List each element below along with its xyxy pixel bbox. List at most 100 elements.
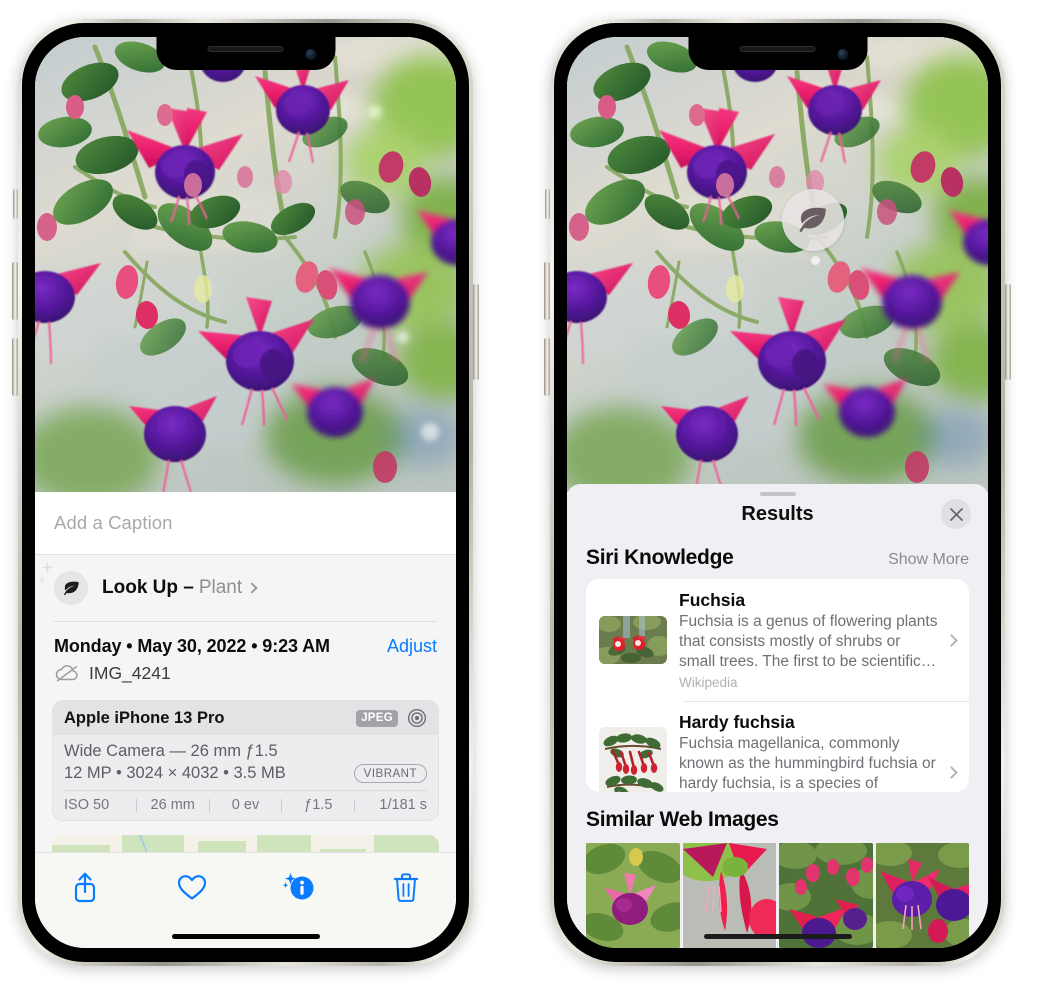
exif-stat-aperture: ƒ1.5 xyxy=(304,797,333,813)
volume-up-button[interactable] xyxy=(12,262,18,320)
share-button[interactable] xyxy=(65,867,105,907)
filename-row: IMG_4241 xyxy=(35,657,456,684)
web-image-3[interactable] xyxy=(779,843,873,948)
delete-button[interactable] xyxy=(386,867,426,907)
favorite-button[interactable] xyxy=(172,867,212,907)
photo-datetime: Monday • May 30, 2022 • 9:23 AM xyxy=(54,636,330,656)
knowledge-item-description: Fuchsia is a genus of flowering plants t… xyxy=(679,613,938,670)
speaker-grille-icon xyxy=(207,46,284,52)
iphone-right-device: Results Siri Knowledge Show More Fuchsia… xyxy=(544,19,1011,966)
exif-size-line: 12 MP • 3024 × 4032 • 3.5 MB xyxy=(64,764,286,782)
share-icon xyxy=(74,872,96,903)
similar-web-images-strip[interactable] xyxy=(567,843,988,948)
visual-look-up-pointer xyxy=(811,256,820,265)
notch xyxy=(156,37,335,70)
iphone-left-device: Add a Caption Look Up – Plant Monday • M… xyxy=(12,19,479,966)
web-image-4-graphic xyxy=(875,843,969,948)
aperture-icon xyxy=(407,708,427,728)
hardy-fuchsia-thumb-graphic xyxy=(599,726,667,792)
results-header: Results xyxy=(567,498,988,530)
volume-down-button[interactable] xyxy=(12,338,18,396)
home-indicator[interactable] xyxy=(703,934,852,939)
look-up-label: Look Up – xyxy=(102,577,194,598)
right-screen: Results Siri Knowledge Show More Fuchsia… xyxy=(567,37,988,948)
left-screen: Add a Caption Look Up – Plant Monday • M… xyxy=(35,37,456,948)
screenshot-stage: Add a Caption Look Up – Plant Monday • M… xyxy=(0,0,1055,985)
chevron-right-icon[interactable] xyxy=(945,633,958,647)
knowledge-item-fuchsia[interactable]: Fuchsia Fuchsia is a genus of flowering … xyxy=(586,579,969,701)
exif-card[interactable]: Apple iPhone 13 Pro JPEG Wide Camera — 2… xyxy=(52,700,439,821)
mute-switch-button[interactable] xyxy=(545,189,550,219)
knowledge-item-hardy-fuchsia[interactable]: Hardy fuchsia Fuchsia magellanica, commo… xyxy=(586,701,969,792)
format-badge: JPEG xyxy=(356,709,398,727)
close-button[interactable] xyxy=(941,499,971,530)
look-up-row[interactable]: Look Up – Plant xyxy=(35,555,456,621)
sparkle-small-icon xyxy=(38,576,46,584)
adjust-link[interactable]: Adjust xyxy=(387,636,437,657)
similar-web-images-header: Similar Web Images xyxy=(567,792,988,841)
volume-up-button[interactable] xyxy=(544,262,550,320)
siri-knowledge-title: Siri Knowledge xyxy=(586,546,734,570)
datetime-row: Monday • May 30, 2022 • 9:23 AM Adjust xyxy=(35,621,456,657)
power-button[interactable] xyxy=(473,284,479,380)
leaf-icon xyxy=(38,561,88,605)
siri-knowledge-header: Siri Knowledge Show More xyxy=(567,530,988,579)
home-indicator[interactable] xyxy=(171,934,320,939)
visual-look-up-badge[interactable] xyxy=(782,189,844,251)
sparkle-icon xyxy=(41,561,54,574)
device-bezel: Results Siri Knowledge Show More Fuchsia… xyxy=(554,23,1001,962)
knowledge-item-title: Hardy fuchsia xyxy=(679,712,795,733)
photo-viewer[interactable] xyxy=(567,37,988,492)
volume-down-button[interactable] xyxy=(544,338,550,396)
results-sheet: Results Siri Knowledge Show More Fuchsia… xyxy=(567,484,988,948)
exif-device-name: Apple iPhone 13 Pro xyxy=(64,708,225,727)
knowledge-item-source: Wikipedia xyxy=(679,675,738,691)
knowledge-item-description: Fuchsia magellanica, commonly known as t… xyxy=(679,735,936,792)
caption-input-row[interactable]: Add a Caption xyxy=(35,492,456,555)
hardy-fuchsia-thumbnail xyxy=(599,726,667,792)
info-button[interactable] xyxy=(279,867,319,907)
photographic-style-badge: VIBRANT xyxy=(353,764,427,783)
favorite-icon xyxy=(177,874,207,900)
exif-stat-focal: 26 mm xyxy=(150,797,195,813)
exif-header-right: JPEG xyxy=(356,708,427,728)
exif-stat-shutter: 1/181 s xyxy=(379,797,427,813)
exif-size-row: 12 MP • 3024 × 4032 • 3.5 MB VIBRANT xyxy=(64,764,427,783)
chevron-right-icon[interactable] xyxy=(246,582,258,594)
front-camera-icon xyxy=(305,49,316,60)
leaf-glyph-icon xyxy=(63,581,79,595)
fuchsia-photo-illustration xyxy=(35,37,456,492)
photo-info-sheet: Add a Caption Look Up – Plant Monday • M… xyxy=(35,492,456,948)
web-image-4[interactable] xyxy=(875,843,969,948)
photo-filename: IMG_4241 xyxy=(89,663,171,683)
exif-stat-iso: ISO 50 xyxy=(64,797,110,813)
knowledge-item-text: Hardy fuchsia Fuchsia magellanica, commo… xyxy=(679,712,938,792)
notch xyxy=(688,37,867,70)
web-image-2[interactable] xyxy=(682,843,776,948)
device-bezel: Add a Caption Look Up – Plant Monday • M… xyxy=(22,23,469,962)
leaf-icon xyxy=(799,207,826,232)
close-icon xyxy=(949,507,963,521)
power-button[interactable] xyxy=(1005,284,1011,380)
speaker-grille-icon xyxy=(739,46,816,52)
fuchsia-thumbnail xyxy=(599,616,667,665)
web-image-1-graphic xyxy=(586,843,680,948)
exif-stats-row: ISO 50 26 mm 0 ev ƒ1.5 1/181 s xyxy=(53,790,438,820)
knowledge-item-text: Fuchsia Fuchsia is a genus of flowering … xyxy=(679,590,938,690)
fuchsia-photo-illustration xyxy=(567,37,988,492)
trash-icon xyxy=(393,873,419,902)
similar-web-images-title: Similar Web Images xyxy=(586,808,779,831)
exif-stat-ev: 0 ev xyxy=(231,797,260,813)
show-more-link[interactable]: Show More xyxy=(888,551,969,569)
web-image-2-graphic xyxy=(682,843,776,948)
info-icon xyxy=(282,873,314,900)
mute-switch-button[interactable] xyxy=(13,189,18,219)
fuchsia-thumb-graphic xyxy=(599,616,667,665)
cloud-slash-icon xyxy=(55,665,78,682)
sheet-grabber[interactable] xyxy=(759,492,796,497)
siri-knowledge-card: Fuchsia Fuchsia is a genus of flowering … xyxy=(586,579,969,792)
exif-lens-line: Wide Camera — 26 mm ƒ1.5 xyxy=(64,742,278,760)
photo-viewer[interactable] xyxy=(35,37,456,492)
chevron-right-icon[interactable] xyxy=(945,765,958,779)
web-image-1[interactable] xyxy=(586,843,680,948)
